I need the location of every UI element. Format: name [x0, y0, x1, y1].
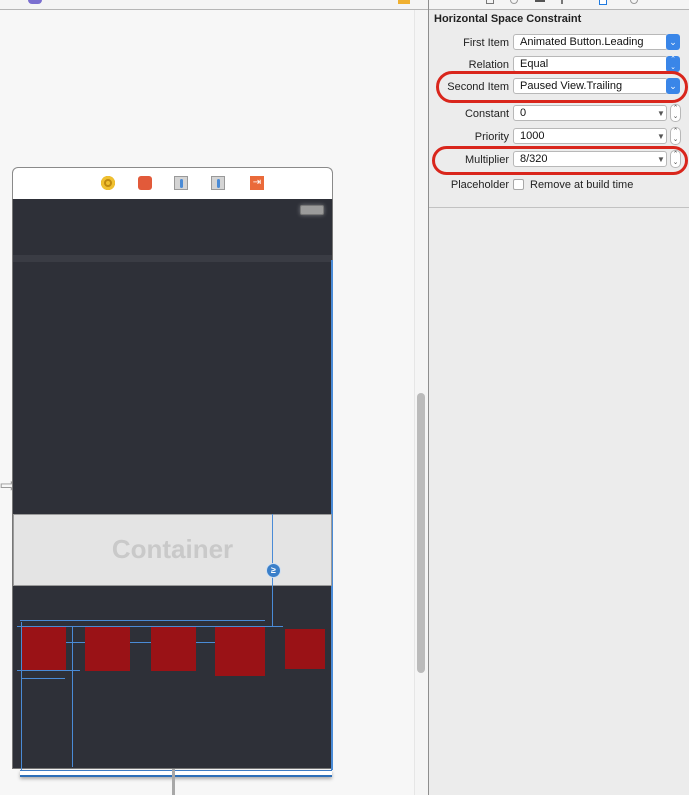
connections-inspector-tab[interactable] [630, 0, 638, 4]
first-item-label: First Item [463, 37, 509, 49]
attributes-inspector-tab[interactable] [561, 0, 563, 4]
first-responder-icon[interactable] [138, 176, 152, 190]
width-constraint-line[interactable] [21, 678, 65, 679]
constant-stepper[interactable]: ⌃ ⌄ [670, 104, 681, 122]
vertical-constraint-line[interactable] [72, 627, 73, 767]
chevron-down-icon[interactable]: ⌄ [666, 78, 680, 94]
outlet-key-icon[interactable] [211, 176, 225, 190]
priority-label: Priority [474, 131, 509, 143]
section-separator [429, 207, 689, 208]
chevron-down-icon[interactable]: ⌄ [666, 34, 680, 50]
horizontal-constraint-line[interactable] [17, 670, 80, 671]
up-down-chevron-icon[interactable]: ⌃ ⌄ [666, 56, 680, 72]
constant-combo[interactable]: 0 [513, 105, 667, 121]
dropdown-arrow-icon[interactable]: ▼ [657, 155, 665, 164]
file-inspector-tab[interactable] [486, 0, 494, 4]
bottom-width-constraint[interactable] [20, 770, 332, 777]
scene-dock [12, 167, 333, 199]
second-item-label: Second Item [447, 81, 509, 93]
section-title: Horizontal Space Constraint [434, 13, 582, 25]
container-label: Container [111, 534, 234, 564]
dropdown-arrow-icon[interactable]: ▼ [657, 109, 665, 118]
navigation-band [13, 255, 332, 262]
outlet-key-icon[interactable] [174, 176, 188, 190]
remove-at-build-time-label[interactable]: Remove at build time [530, 179, 633, 191]
placeholder-label: Placeholder [450, 179, 509, 191]
multiplier-stepper[interactable]: ⌃ ⌄ [670, 150, 681, 168]
multiplier-combo[interactable]: 8/320 [513, 151, 667, 167]
paused-view[interactable] [285, 629, 325, 669]
view-controller-view[interactable] [12, 199, 333, 769]
size-inspector-tab[interactable] [599, 0, 607, 5]
toolbar-icon[interactable] [28, 0, 42, 4]
canvas-splitter [172, 769, 175, 795]
priority-combo[interactable]: 1000 [513, 128, 667, 144]
greater-than-or-equal-badge[interactable]: ≥ [266, 563, 281, 578]
second-item-popup[interactable]: Paused View.Trailing [513, 78, 668, 94]
animated-button[interactable] [215, 627, 265, 676]
identity-inspector-tab[interactable] [535, 0, 545, 2]
dropdown-arrow-icon[interactable]: ▼ [657, 132, 665, 141]
horizontal-constraint-line[interactable] [20, 620, 265, 621]
warning-icon[interactable] [398, 0, 410, 4]
animated-button[interactable] [22, 627, 66, 670]
relation-label: Relation [468, 59, 509, 71]
view-controller-icon[interactable] [101, 176, 115, 190]
canvas-scrollbar-thumb[interactable] [417, 393, 425, 673]
remove-at-build-time-checkbox[interactable] [513, 179, 524, 190]
multiplier-label: Multiplier [464, 154, 509, 166]
battery-icon [300, 205, 324, 215]
exit-icon[interactable]: ⇥ [250, 176, 264, 190]
first-item-popup[interactable]: Animated Button.Leading [513, 34, 668, 50]
animated-button[interactable] [151, 627, 196, 671]
constant-label: Constant [464, 108, 509, 120]
relation-popup[interactable]: Equal [513, 56, 668, 72]
quick-help-tab[interactable] [510, 0, 518, 4]
animated-button[interactable] [85, 627, 130, 671]
top-toolbar-strip [0, 0, 689, 10]
priority-stepper[interactable]: ⌃ ⌄ [670, 127, 681, 145]
